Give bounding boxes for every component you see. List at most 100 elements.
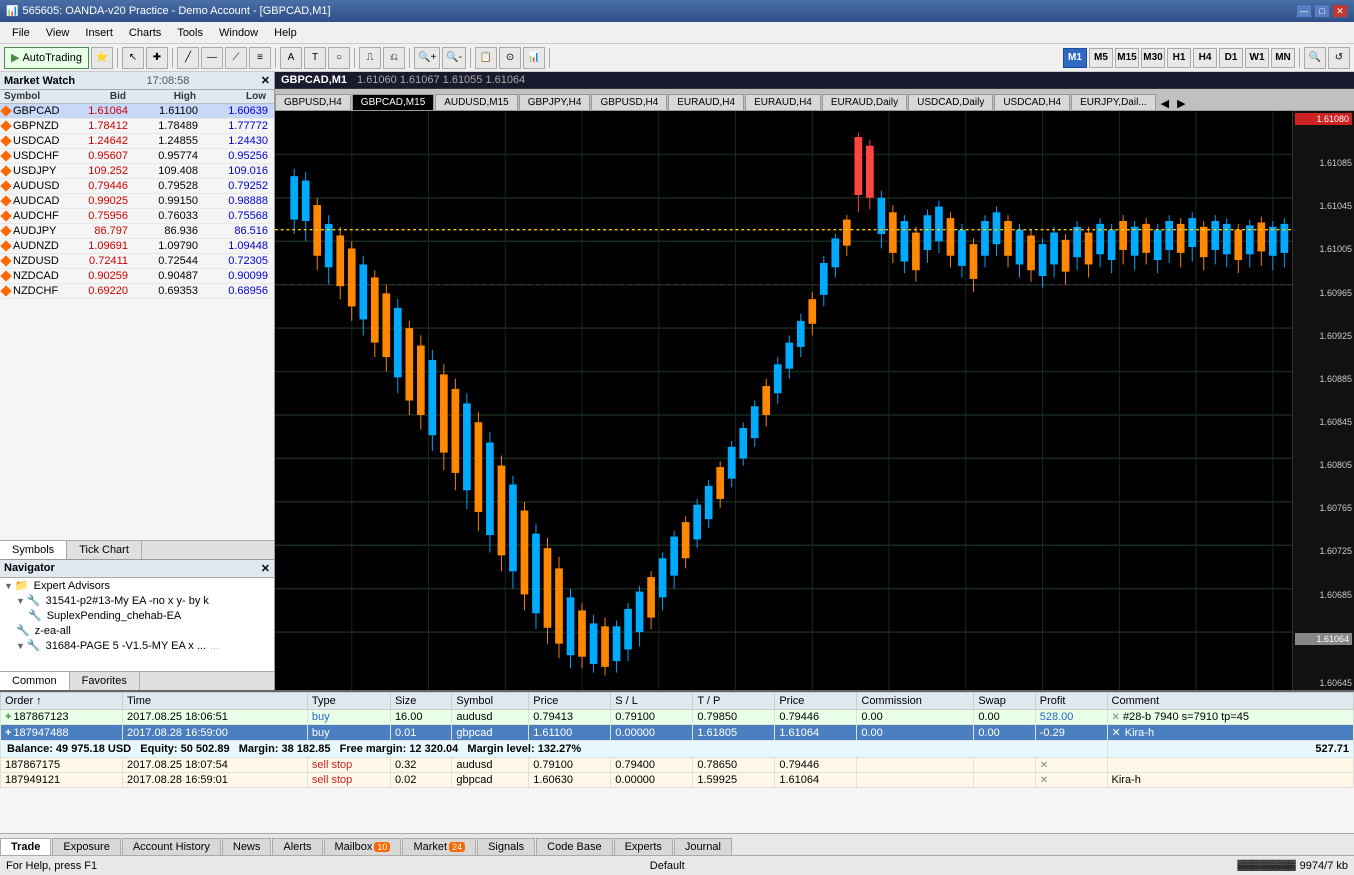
nav-item-ea1-sub[interactable]: 🔧 SuplexPending_chehab-EA <box>0 608 274 623</box>
toolbar-line[interactable]: ╱ <box>177 47 199 69</box>
chart-tab-euraud-h4-2[interactable]: EURAUD,H4 <box>745 94 821 110</box>
market-row[interactable]: AUDCAD 0.99025 0.99150 0.98888 <box>0 194 274 209</box>
menu-window[interactable]: Window <box>211 25 266 41</box>
toolbar-label[interactable]: T <box>304 47 326 69</box>
toolbar-refresh[interactable]: ↺ <box>1328 47 1350 69</box>
nav-item-ea-folder[interactable]: ▼ 📁 Expert Advisors <box>0 578 274 593</box>
chart-tab-euraud-h4[interactable]: EURAUD,H4 <box>668 94 744 110</box>
toolbar-star[interactable]: ⭐ <box>91 47 113 69</box>
chart-tab-gbpusd-h4-2[interactable]: GBPUSD,H4 <box>591 94 667 110</box>
market-row[interactable]: AUDUSD 0.79446 0.79528 0.79252 <box>0 179 274 194</box>
tf-h4[interactable]: H4 <box>1193 48 1217 68</box>
chart-tab-gbpcad-m15[interactable]: GBPCAD,M15 <box>352 94 434 110</box>
col-low: Low <box>200 91 270 102</box>
tf-h1[interactable]: H1 <box>1167 48 1191 68</box>
menu-help[interactable]: Help <box>266 25 305 41</box>
market-row[interactable]: NZDCAD 0.90259 0.90487 0.90099 <box>0 269 274 284</box>
market-watch-close[interactable]: ✕ <box>261 74 270 87</box>
tab-alerts[interactable]: Alerts <box>272 838 322 855</box>
tab-journal[interactable]: Journal <box>674 838 732 855</box>
navigator-close[interactable]: ✕ <box>261 562 270 575</box>
order-row-2-selected[interactable]: +187947488 2017.08.28 16:59:00 buy 0.01 … <box>1 725 1354 741</box>
tab-favorites[interactable]: Favorites <box>70 672 140 690</box>
toolbar-ellipse[interactable]: ○ <box>328 47 350 69</box>
tab-common[interactable]: Common <box>0 672 70 690</box>
nav-item-ea3[interactable]: ▼ 🔧 31684-PAGE 5 -V1.5-MY EA x ... … <box>0 638 274 653</box>
toolbar-chart-type[interactable]: 📊 <box>523 47 545 69</box>
tab-signals[interactable]: Signals <box>477 838 535 855</box>
toolbar-zoom-in[interactable]: 🔍+ <box>414 47 440 69</box>
nav-item-ea2[interactable]: 🔧 z-ea-all <box>0 623 274 638</box>
market-row[interactable]: NZDUSD 0.72411 0.72544 0.72305 <box>0 254 274 269</box>
menu-charts[interactable]: Charts <box>121 25 169 41</box>
toolbar-period[interactable]: ⊙ <box>499 47 521 69</box>
chart-tab-euraud-daily[interactable]: EURAUD,Daily <box>822 94 907 110</box>
symbol-name: AUDJPY <box>13 225 56 237</box>
chart-tab-eurjpy[interactable]: EURJPY,Dail... <box>1071 94 1156 110</box>
menu-insert[interactable]: Insert <box>77 25 121 41</box>
chart-tab-gbpjpy-h4[interactable]: GBPJPY,H4 <box>519 94 591 110</box>
maximize-button[interactable]: □ <box>1314 4 1330 18</box>
chart-tab-usdcad-h4[interactable]: USDCAD,H4 <box>994 94 1070 110</box>
nav-item-ea1[interactable]: ▼ 🔧 31541-p2#13-My EA -no x y- by k <box>0 593 274 608</box>
toolbar-crosshair[interactable]: ✚ <box>146 47 168 69</box>
tab-market[interactable]: Market24 <box>402 838 476 855</box>
toolbar-cursor[interactable]: ↖ <box>122 47 144 69</box>
tf-m15[interactable]: M15 <box>1115 48 1139 68</box>
market-row[interactable]: AUDJPY 86.797 86.936 86.516 <box>0 224 274 239</box>
market-row[interactable]: USDJPY 109.252 109.408 109.016 <box>0 164 274 179</box>
toolbar-search[interactable]: 🔍 <box>1304 47 1326 69</box>
tab-experts[interactable]: Experts <box>614 838 673 855</box>
tab-trade[interactable]: Trade <box>0 838 51 855</box>
toolbar-channel[interactable]: ≡ <box>249 47 271 69</box>
toolbar-hline[interactable]: — <box>201 47 223 69</box>
order-row-3[interactable]: 187867175 2017.08.25 18:07:54 sell stop … <box>1 758 1354 773</box>
chart-tab-gbpusd-h4[interactable]: GBPUSD,H4 <box>275 94 351 110</box>
tf-m1[interactable]: M1 <box>1063 48 1087 68</box>
tf-mn[interactable]: MN <box>1271 48 1295 68</box>
tf-w1[interactable]: W1 <box>1245 48 1269 68</box>
menu-file[interactable]: File <box>4 25 38 41</box>
market-row[interactable]: AUDCHF 0.75956 0.76033 0.75568 <box>0 209 274 224</box>
chart-tab-scroll-left[interactable]: ◀ <box>1157 97 1173 110</box>
order-row-1[interactable]: +187867123 2017.08.25 18:06:51 buy 16.00… <box>1 710 1354 725</box>
market-row[interactable]: USDCHF 0.95607 0.95774 0.95256 <box>0 149 274 164</box>
tab-symbols[interactable]: Symbols <box>0 541 67 559</box>
menu-tools[interactable]: Tools <box>169 25 211 41</box>
chart-tab-usdcad-daily[interactable]: USDCAD,Daily <box>908 94 993 110</box>
tf-m5[interactable]: M5 <box>1089 48 1113 68</box>
toolbar-zoom-out[interactable]: 🔍- <box>442 47 466 69</box>
toolbar-text[interactable]: A <box>280 47 302 69</box>
tf-d1[interactable]: D1 <box>1219 48 1243 68</box>
close-button[interactable]: ✕ <box>1332 4 1348 18</box>
autotrading-button[interactable]: ▶ AutoTrading <box>4 47 89 69</box>
close-btn[interactable]: ✕ <box>1040 775 1048 786</box>
symbol-name: NZDCHF <box>13 285 58 297</box>
tf-m30[interactable]: M30 <box>1141 48 1165 68</box>
close-btn[interactable]: ✕ <box>1040 760 1048 771</box>
tab-news[interactable]: News <box>222 838 272 855</box>
market-row[interactable]: GBPNZD 1.78412 1.78489 1.77772 <box>0 119 274 134</box>
chart-tab-audusd-m15[interactable]: AUDUSD,M15 <box>435 94 517 110</box>
toolbar-prop[interactable]: 📋 <box>475 47 497 69</box>
market-row[interactable]: GBPCAD 1.61064 1.61100 1.60639 <box>0 104 274 119</box>
order-row-4[interactable]: 187949121 2017.08.28 16:59:01 sell stop … <box>1 773 1354 788</box>
tab-account-history[interactable]: Account History <box>122 838 221 855</box>
close-btn[interactable]: ✕ <box>1112 727 1121 739</box>
minimize-button[interactable]: — <box>1296 4 1312 18</box>
toolbar-fib[interactable]: ⎍ <box>359 47 381 69</box>
market-row[interactable]: AUDNZD 1.09691 1.09790 1.09448 <box>0 239 274 254</box>
market-row[interactable]: USDCAD 1.24642 1.24855 1.24430 <box>0 134 274 149</box>
tab-tick-chart[interactable]: Tick Chart <box>67 541 142 559</box>
market-row[interactable]: NZDCHF 0.69220 0.69353 0.68956 <box>0 284 274 299</box>
toolbar-tline[interactable]: ⟋ <box>225 47 247 69</box>
toolbar-fib2[interactable]: ⎌ <box>383 47 405 69</box>
tab-exposure[interactable]: Exposure <box>52 838 120 855</box>
chart-main[interactable]: 28 Aug 2017 28 Aug 15:36 28 Aug 15:44 28… <box>275 111 1292 690</box>
menu-view[interactable]: View <box>38 25 78 41</box>
chart-tab-scroll-right[interactable]: ▶ <box>1173 97 1189 110</box>
tab-mailbox[interactable]: Mailbox10 <box>324 838 402 855</box>
symbol-name: AUDCAD <box>13 195 59 207</box>
close-btn[interactable]: ✕ <box>1112 712 1120 723</box>
tab-codebase[interactable]: Code Base <box>536 838 612 855</box>
